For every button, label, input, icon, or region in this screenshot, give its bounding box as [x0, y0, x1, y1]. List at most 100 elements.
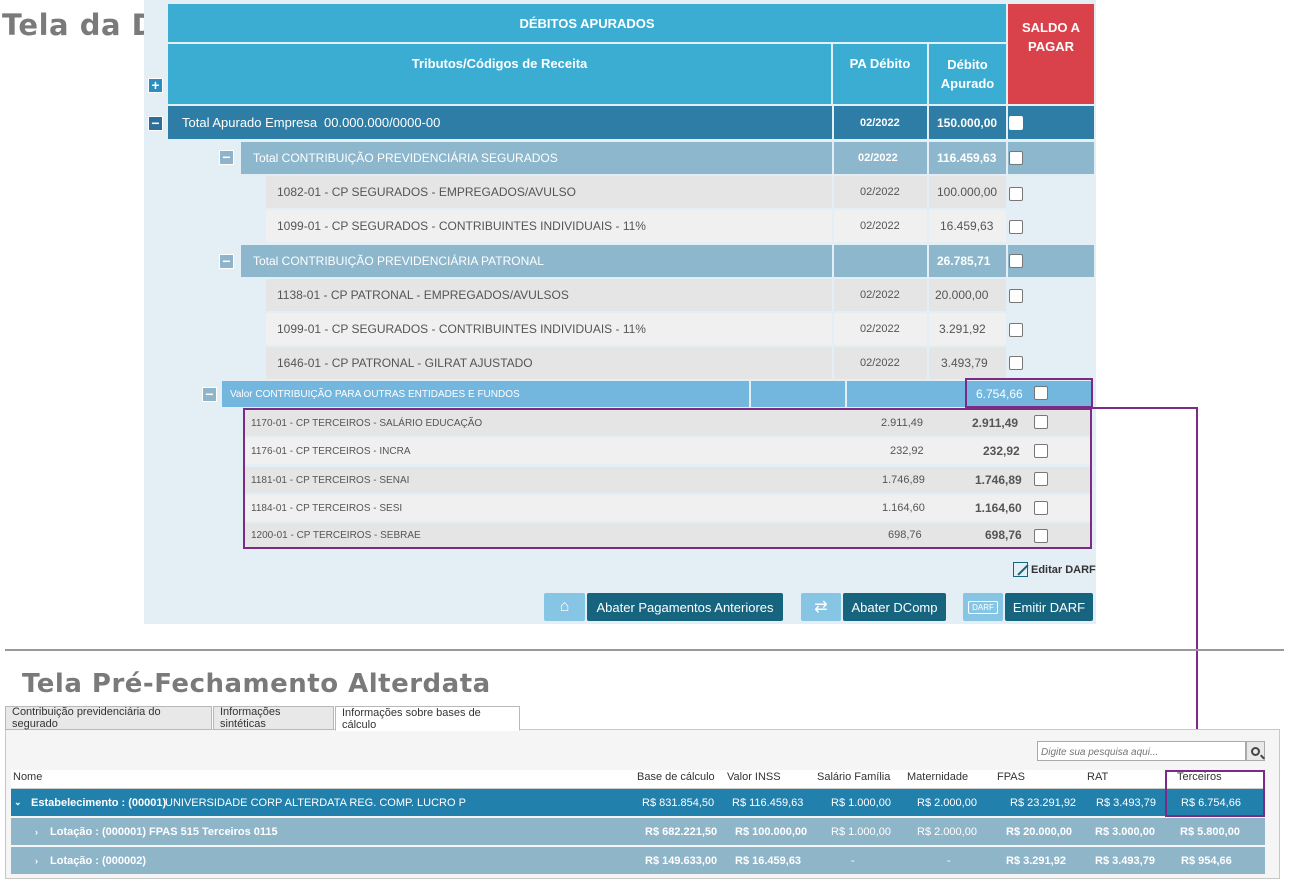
item-valor: 16.459,63 [940, 219, 994, 233]
row-inss: R$ 116.459,63 [732, 796, 804, 809]
segurados-pa: 02/2022 [858, 152, 898, 164]
expand-all-icon[interactable]: + [148, 78, 163, 93]
item-pa: 02/2022 [860, 186, 900, 198]
search-input-box[interactable] [1037, 741, 1246, 762]
row-nome-label: Lotação : (000002) [50, 854, 146, 867]
list-item: 1138-01 - CP PATRONAL - EMPREGADOS/AVULS… [266, 279, 832, 311]
row-salfam: R$ 1.000,00 [831, 825, 891, 838]
collapse-terceiros-icon[interactable]: − [202, 387, 217, 402]
terceiros-subtotal-row[interactable]: Valor CONTRIBUIÇÃO PARA OUTRAS ENTIDADES… [222, 381, 749, 407]
segurados-label: Total CONTRIBUIÇÃO PREVIDENCIÁRIA SEGURA… [253, 151, 558, 165]
row-fpas: R$ 20.000,00 [1006, 825, 1073, 838]
list-item: 1082-01 - CP SEGURADOS - EMPREGADOS/AVUL… [266, 176, 832, 208]
item-valor: 20.000,00 [935, 288, 989, 302]
pa-debito-column-header: PA Débito [833, 44, 927, 104]
row-base: R$ 831.854,50 [642, 796, 715, 809]
abater-dcomp-button[interactable]: Abater DComp [843, 593, 946, 621]
abater-pagamentos-button[interactable]: Abater Pagamentos Anteriores [587, 593, 783, 621]
col-maternidade[interactable]: Maternidade [907, 771, 968, 788]
col-salfam[interactable]: Salário Família [817, 771, 890, 788]
item-label: 1082-01 - CP SEGURADOS - EMPREGADOS/AVUL… [277, 185, 576, 199]
row-terceiros: R$ 954,66 [1181, 854, 1232, 867]
segurados-valor: 116.459,63 [937, 151, 997, 165]
home-money-icon[interactable]: ⌂ [544, 593, 585, 621]
total-valor: 150.000,00 [937, 115, 998, 130]
search-input[interactable] [1038, 743, 1245, 762]
patronal-checkbox[interactable] [1009, 254, 1023, 268]
row-fpas: R$ 3.291,92 [1006, 854, 1066, 867]
col-rat[interactable]: RAT [1087, 771, 1108, 788]
item-checkbox[interactable] [1009, 323, 1023, 337]
row-salfam: R$ 1.000,00 [831, 796, 891, 809]
debitos-apurados-header: DÉBITOS APURADOS [168, 4, 1006, 42]
row-inss: R$ 100.000,00 [735, 825, 808, 838]
table-row[interactable]: ⌄ Estabelecimento : (00001) UNIVERSIDADE… [11, 789, 1265, 816]
highlight-terceiros-items [243, 408, 1092, 549]
row-base: R$ 682.221,50 [645, 825, 718, 838]
expand-chevron-icon[interactable]: › [35, 847, 38, 874]
list-item: 1099-01 - CP SEGURADOS - CONTRIBUINTES I… [266, 210, 832, 242]
expand-chevron-icon[interactable]: › [35, 818, 38, 845]
item-checkbox[interactable] [1009, 187, 1023, 201]
col-inss[interactable]: Valor INSS [727, 771, 781, 788]
editar-darf-link[interactable]: Editar DARF [1013, 562, 1096, 577]
pencil-icon [1013, 562, 1029, 577]
search-icon[interactable] [1246, 741, 1265, 761]
total-checkbox[interactable] [1009, 116, 1023, 130]
tributos-column-header: Tributos/Códigos de Receita [168, 44, 831, 104]
item-checkbox[interactable] [1009, 220, 1023, 234]
divider [5, 649, 1284, 651]
patronal-label: Total CONTRIBUIÇÃO PREVIDENCIÁRIA PATRON… [253, 254, 544, 268]
item-label: 1138-01 - CP PATRONAL - EMPREGADOS/AVULS… [277, 288, 569, 302]
row-rat: R$ 3.000,00 [1095, 825, 1155, 838]
col-fpas[interactable]: FPAS [997, 771, 1025, 788]
alterdata-title: Tela Pré-Fechamento Alterdata [22, 669, 491, 699]
patronal-subtotal-row[interactable]: Total CONTRIBUIÇÃO PREVIDENCIÁRIA PATRON… [241, 245, 832, 277]
tab-informacoes-sinteticas[interactable]: Informações sintéticas [213, 706, 334, 730]
highlight-terceiros-total [965, 378, 1093, 408]
list-item: 1099-01 - CP SEGURADOS - CONTRIBUINTES I… [266, 313, 832, 345]
item-valor: 3.291,92 [939, 322, 986, 336]
expand-chevron-icon[interactable]: ⌄ [14, 789, 22, 816]
row-nome-label: Lotação : (000001) FPAS 515 Terceiros 01… [50, 825, 278, 838]
row-mat: - [947, 854, 951, 867]
collapse-segurados-icon[interactable]: − [219, 150, 234, 165]
row-nome-value: UNIVERSIDADE CORP ALTERDATA REG. COMP. L… [165, 796, 466, 809]
terceiros-label: Valor CONTRIBUIÇÃO PARA OUTRAS ENTIDADES… [230, 388, 520, 400]
item-label: 1099-01 - CP SEGURADOS - CONTRIBUINTES I… [277, 219, 646, 233]
total-apurado-row[interactable]: Total Apurado Empresa 00.000.000/0000-00 [168, 106, 832, 139]
darf-icon[interactable]: DARF [963, 593, 1003, 621]
swap-arrows-icon[interactable]: ⇄ [801, 593, 841, 621]
row-rat: R$ 3.493,79 [1095, 854, 1155, 867]
table-row[interactable]: › Lotação : (000001) FPAS 515 Terceiros … [11, 818, 1265, 845]
item-valor: 3.493,79 [941, 356, 988, 370]
segurados-subtotal-row[interactable]: Total CONTRIBUIÇÃO PREVIDENCIÁRIA SEGURA… [241, 142, 832, 174]
row-terceiros: R$ 5.800,00 [1180, 825, 1240, 838]
patronal-valor: 26.785,71 [937, 254, 991, 268]
debito-apurado-column-header: Débito Apurado [929, 44, 1006, 104]
item-label: 1099-01 - CP SEGURADOS - CONTRIBUINTES I… [277, 322, 646, 336]
collapse-patronal-icon[interactable]: − [219, 254, 234, 269]
highlight-terceiros-column [1165, 770, 1265, 817]
segurados-checkbox[interactable] [1009, 151, 1023, 165]
row-base: R$ 149.633,00 [645, 854, 718, 867]
item-pa: 02/2022 [860, 220, 900, 232]
col-base[interactable]: Base de cálculo [637, 771, 715, 788]
tab-contribuicao-segurado[interactable]: Contribuição previdenciária do segurado [5, 706, 212, 730]
row-fpas: R$ 23.291,92 [1010, 796, 1077, 809]
item-pa: 02/2022 [860, 357, 900, 369]
item-valor: 100.000,00 [937, 185, 998, 199]
collapse-total-icon[interactable]: − [148, 116, 163, 131]
col-nome[interactable]: Nome [13, 771, 42, 788]
row-mat: R$ 2.000,00 [917, 796, 977, 809]
item-checkbox[interactable] [1009, 289, 1023, 303]
editar-darf-label: Editar DARF [1031, 563, 1096, 576]
total-pa: 02/2022 [860, 116, 900, 129]
row-inss: R$ 16.459,63 [735, 854, 802, 867]
row-mat: R$ 2.000,00 [917, 825, 977, 838]
emitir-darf-button[interactable]: Emitir DARF [1005, 593, 1093, 621]
table-row[interactable]: › Lotação : (000002) R$ 149.633,00 R$ 16… [11, 847, 1265, 874]
tab-bases-calculo[interactable]: Informações sobre bases de cálculo [335, 706, 520, 731]
list-item: 1646-01 - CP PATRONAL - GILRAT AJUSTADO [266, 347, 832, 379]
item-checkbox[interactable] [1009, 356, 1023, 370]
